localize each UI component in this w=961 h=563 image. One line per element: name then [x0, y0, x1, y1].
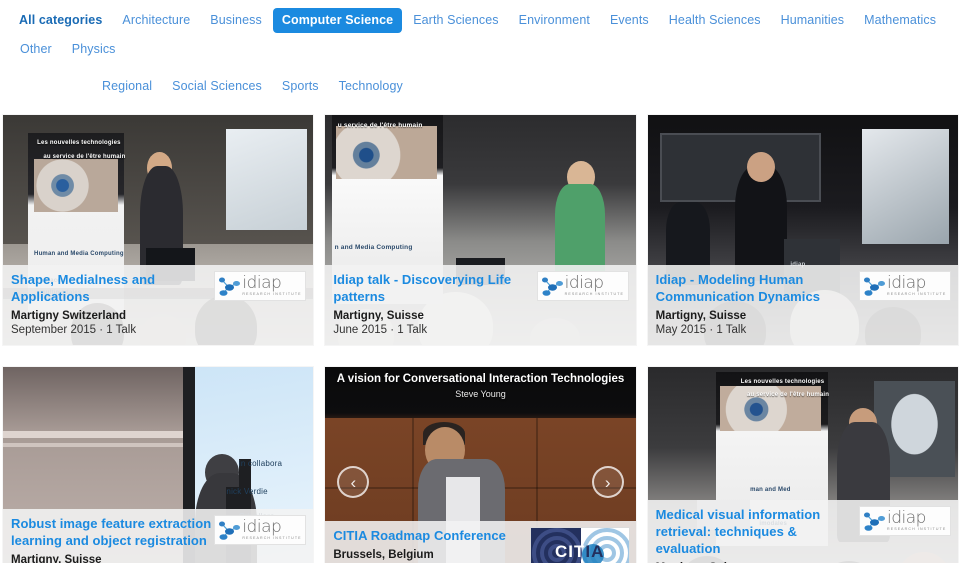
category-nav-row-2: Regional Social Sciences Sports Technolo…: [0, 66, 961, 103]
category-link-health-sciences[interactable]: Health Sciences: [660, 8, 770, 33]
slide-line: Les nouvelles technologies: [37, 140, 121, 147]
event-date-talks: May 2015 · 1 Talk: [655, 324, 747, 336]
idiap-wordmark: idiap: [242, 273, 282, 294]
category-link-environment[interactable]: Environment: [510, 8, 599, 33]
idiap-tagline: RESEARCH INSTITUTE: [242, 292, 302, 297]
idiap-wordmark: idiap: [887, 273, 926, 294]
category-link-architecture[interactable]: Architecture: [113, 8, 199, 33]
event-title[interactable]: Idiap talk - Discoverying Life patterns: [333, 271, 538, 305]
event-info: Medical visual information retrieval: te…: [647, 500, 958, 563]
event-location: Martigny, Suisse: [655, 310, 747, 322]
slide-line: au service de l'être humain: [43, 154, 126, 161]
idiap-molecule-icon: [218, 276, 241, 296]
event-title[interactable]: Robust image feature extraction learning…: [11, 515, 216, 549]
idiap-molecule-icon: [218, 520, 241, 540]
category-link-other[interactable]: Other: [11, 37, 61, 62]
category-link-social-sciences[interactable]: Social Sciences: [163, 74, 271, 99]
event-date-talks: June 2015 · 1 Talk: [333, 324, 428, 336]
idiap-logo: idiap RESEARCH INSTITUTE: [214, 271, 307, 301]
category-link-all-categories[interactable]: All categories: [11, 8, 111, 33]
video-slide-title: A vision for Conversational Interaction …: [336, 373, 625, 385]
event-card[interactable]: in collabora nick Verdie Crivellaro Robu…: [3, 367, 314, 563]
category-link-humanities[interactable]: Humanities: [772, 8, 854, 33]
slide-line: au service de l'être humain: [746, 392, 830, 399]
chevron-left-icon: ‹: [350, 472, 357, 492]
event-title[interactable]: Idiap - Modeling Human Communication Dyn…: [656, 271, 861, 305]
event-card[interactable]: idiap Idiap - Modeling Human Communicati…: [647, 115, 958, 345]
event-card[interactable]: u service de l'être humain n and Media C…: [325, 115, 636, 345]
event-card[interactable]: Les nouvelles technologies au service de…: [3, 115, 314, 345]
idiap-logo: idiap RESEARCH INSTITUTE: [536, 271, 629, 301]
event-info: Idiap - Modeling Human Communication Dyn…: [647, 265, 958, 345]
idiap-tagline: RESEARCH INSTITUTE: [564, 292, 624, 297]
event-date-talks: September 2015 · 1 Talk: [11, 324, 137, 336]
slide-line: Les nouvelles technologies: [740, 378, 825, 385]
event-card-grid: Les nouvelles technologies au service de…: [0, 115, 961, 563]
category-nav-row-1: All categories Architecture Business Com…: [0, 0, 961, 66]
carousel-prev-button[interactable]: ‹: [337, 466, 370, 498]
category-link-technology[interactable]: Technology: [330, 74, 412, 99]
category-link-regional[interactable]: Regional: [93, 74, 161, 99]
category-link-business[interactable]: Business: [201, 8, 271, 33]
category-link-computer-science[interactable]: Computer Science: [272, 8, 403, 33]
category-link-events[interactable]: Events: [601, 8, 658, 33]
idiap-logo: idiap RESEARCH INSTITUTE: [859, 506, 951, 536]
event-location: Martigny, Suisse: [11, 554, 102, 563]
event-location: Martigny Switzerland: [11, 310, 127, 322]
event-info: Shape, Medialness and Applications Marti…: [3, 265, 314, 345]
citia-logo: CITIA CITE DES IMAGES: [529, 527, 630, 563]
chevron-right-icon: ›: [604, 472, 611, 492]
event-info: CITIA Roadmap Conference Brussels, Belgi…: [325, 521, 636, 563]
citia-wordmark: CITIA: [554, 542, 605, 561]
slide-line: u service de l'être humain: [337, 121, 423, 129]
idiap-tagline: RESEARCH INSTITUTE: [887, 292, 947, 297]
idiap-molecule-icon: [863, 276, 885, 296]
slide-line: man and Med: [750, 486, 791, 493]
idiap-molecule-icon: [541, 276, 563, 296]
idiap-logo: idiap RESEARCH INSTITUTE: [214, 515, 307, 545]
category-link-sports[interactable]: Sports: [273, 74, 328, 99]
event-card[interactable]: A vision for Conversational Interaction …: [325, 367, 636, 563]
idiap-tagline: RESEARCH INSTITUTE: [242, 536, 302, 541]
idiap-wordmark: idiap: [887, 508, 926, 529]
event-title[interactable]: CITIA Roadmap Conference: [333, 527, 538, 544]
event-location: Martigny, Suisse: [333, 310, 424, 322]
idiap-tagline: RESEARCH INSTITUTE: [887, 527, 947, 532]
event-title[interactable]: Shape, Medialness and Applications: [11, 271, 216, 305]
carousel-next-button[interactable]: ›: [591, 466, 624, 498]
event-info: Idiap talk - Discoverying Life patterns …: [325, 265, 636, 345]
category-link-mathematics[interactable]: Mathematics: [855, 8, 945, 33]
event-title[interactable]: Medical visual information retrieval: te…: [656, 506, 861, 557]
idiap-molecule-icon: [863, 511, 885, 531]
event-card[interactable]: Les nouvelles technologies au service de…: [647, 367, 958, 563]
video-slide-speaker: Steve Young: [455, 389, 506, 399]
category-link-physics[interactable]: Physics: [63, 37, 125, 62]
event-info: Robust image feature extraction learning…: [3, 509, 314, 563]
idiap-wordmark: idiap: [564, 273, 604, 294]
idiap-wordmark: idiap: [242, 517, 282, 538]
slide-line: Human and Media Computing: [34, 250, 124, 257]
idiap-logo: idiap RESEARCH INSTITUTE: [859, 271, 951, 301]
category-link-earth-sciences[interactable]: Earth Sciences: [404, 8, 507, 33]
slide-line: n and Media Computing: [334, 243, 413, 251]
